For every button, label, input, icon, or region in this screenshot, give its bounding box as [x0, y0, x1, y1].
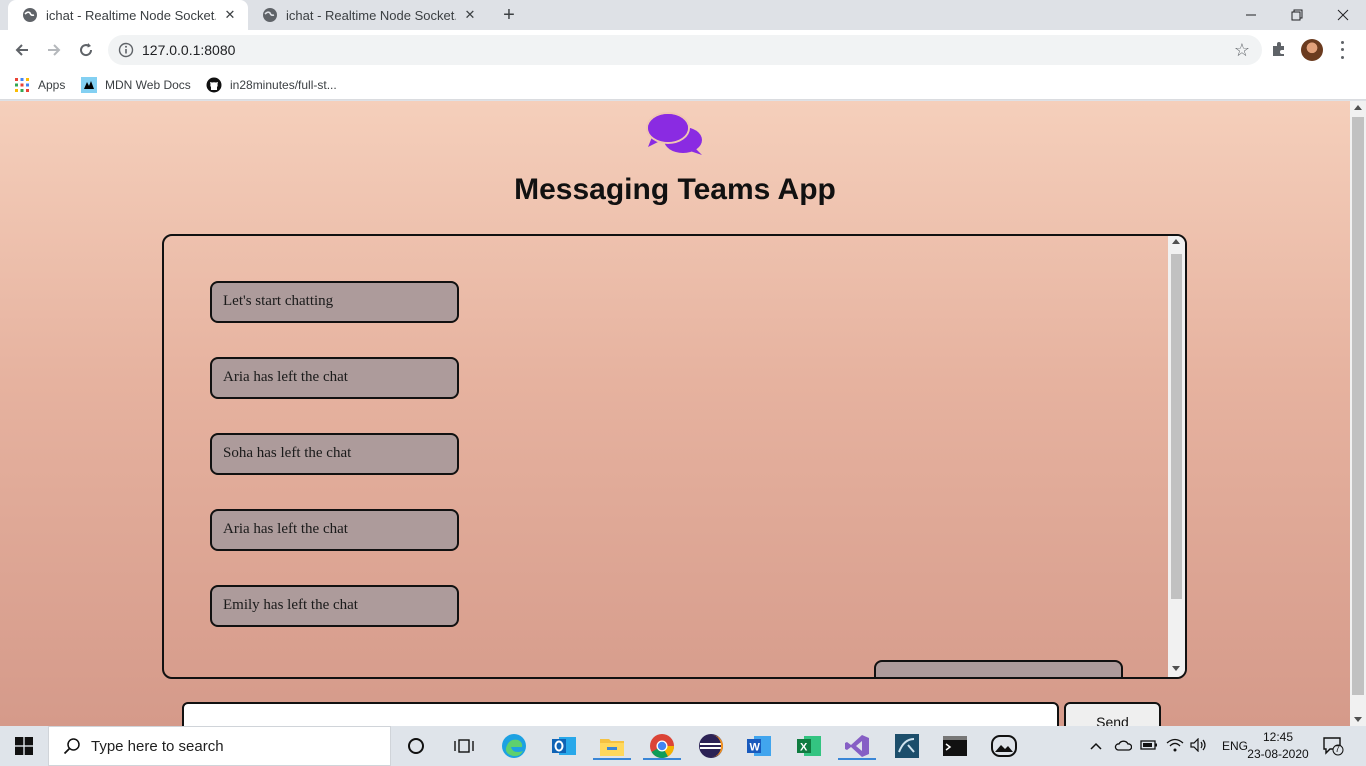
minimize-icon[interactable]	[1228, 0, 1274, 30]
scroll-up-icon[interactable]	[1354, 105, 1362, 110]
bookmark-apps[interactable]: Apps	[14, 74, 65, 96]
chat-bubbles-icon	[646, 111, 704, 157]
close-tab-icon[interactable]: ✕	[222, 7, 238, 23]
message-left: Let's start chatting	[210, 281, 459, 323]
message-left: Soha has left the chat	[210, 433, 459, 475]
clock-time: 12:45	[1262, 730, 1294, 744]
taskbar-search[interactable]: Type here to search	[48, 726, 391, 766]
svg-text:W: W	[750, 742, 761, 754]
mdn-icon	[81, 77, 97, 93]
bookmark-star-icon[interactable]: ☆	[1234, 40, 1250, 61]
tab-ichat-second[interactable]: ichat - Realtime Node Socket.io C ✕	[248, 0, 488, 30]
onedrive-icon[interactable]	[1114, 739, 1133, 754]
chat-container: Let's start chatting Aria has left the c…	[162, 234, 1187, 679]
forward-arrow-icon[interactable]	[40, 36, 68, 64]
bookmark-mdn[interactable]: MDN Web Docs	[81, 74, 191, 96]
bookmark-label: MDN Web Docs	[105, 78, 191, 92]
wifi-icon[interactable]	[1166, 738, 1184, 755]
terminal-icon[interactable]	[941, 732, 969, 760]
notification-center-icon[interactable]: 7	[1322, 736, 1344, 756]
volume-icon[interactable]	[1190, 737, 1208, 755]
new-tab-icon[interactable]: +	[498, 4, 520, 26]
browser-toolbar: 127.0.0.1:8080 ☆	[0, 30, 1366, 70]
chrome-icon[interactable]	[643, 732, 681, 760]
chat-scrollbar[interactable]	[1168, 236, 1185, 677]
clock-date: 23-08-2020	[1247, 747, 1309, 761]
tab-title: ichat - Realtime Node Socket.io C	[286, 7, 456, 23]
edge-icon[interactable]	[500, 732, 528, 760]
system-tray: ENG	[1090, 726, 1248, 766]
message-right-partial	[874, 660, 1123, 677]
task-view-icon[interactable]	[450, 732, 478, 760]
globe-icon	[22, 7, 38, 23]
windows-start-icon[interactable]	[0, 726, 48, 766]
page-title: Messaging Teams App	[514, 173, 836, 206]
send-button[interactable]: Send	[1064, 702, 1161, 726]
profile-avatar[interactable]	[1301, 39, 1323, 61]
back-arrow-icon[interactable]	[8, 36, 36, 64]
running-indicator	[838, 758, 876, 760]
svg-text:X: X	[800, 742, 808, 754]
scroll-up-icon[interactable]	[1172, 239, 1180, 244]
close-tab-icon[interactable]: ✕	[462, 7, 478, 23]
site-info-icon[interactable]	[118, 42, 134, 58]
outlook-icon[interactable]	[550, 732, 578, 760]
running-indicator	[593, 758, 631, 760]
search-placeholder: Type here to search	[91, 737, 224, 755]
cortana-icon[interactable]	[402, 732, 430, 760]
close-window-icon[interactable]	[1320, 0, 1366, 30]
file-explorer-icon[interactable]	[593, 732, 631, 760]
notification-count: 7	[1335, 744, 1341, 754]
battery-icon[interactable]	[1140, 739, 1158, 754]
globe-icon	[262, 7, 278, 23]
bookmark-label: in28minutes/full-st...	[230, 78, 337, 92]
tab-title: ichat - Realtime Node Socket.io C	[46, 7, 216, 23]
clock[interactable]: 12:45 23-08-2020	[1245, 729, 1311, 763]
mysql-workbench-icon[interactable]	[893, 732, 921, 760]
bookmark-github[interactable]: in28minutes/full-st...	[206, 74, 337, 96]
bookmark-label: Apps	[38, 78, 66, 92]
browser-menu-icon[interactable]	[1336, 39, 1348, 61]
excel-icon[interactable]: X	[795, 732, 823, 760]
message-left: Aria has left the chat	[210, 357, 459, 399]
page-scroll-thumb[interactable]	[1352, 117, 1364, 695]
message-input[interactable]	[182, 702, 1059, 726]
page-scrollbar[interactable]	[1350, 101, 1366, 726]
reload-icon[interactable]	[72, 36, 100, 64]
url-text: 127.0.0.1:8080	[142, 42, 236, 58]
message-left: Emily has left the chat	[210, 585, 459, 627]
search-icon	[63, 737, 81, 755]
scroll-down-icon[interactable]	[1354, 717, 1362, 722]
windows-taskbar: Type here to search W X ENG 12:45 23-08-…	[0, 726, 1366, 766]
photos-icon[interactable]	[990, 732, 1018, 760]
apps-grid-icon	[14, 77, 30, 93]
visual-studio-icon[interactable]	[838, 732, 876, 760]
bookmarks-bar: Apps MDN Web Docs in28minutes/full-st...	[0, 70, 1366, 100]
chat-scroll-thumb[interactable]	[1171, 254, 1182, 599]
restore-icon[interactable]	[1274, 0, 1320, 30]
eclipse-icon[interactable]	[697, 732, 725, 760]
extensions-puzzle-icon[interactable]	[1270, 40, 1290, 60]
word-icon[interactable]: W	[745, 732, 773, 760]
github-icon	[206, 77, 222, 93]
page-content: Messaging Teams App Let's start chatting…	[0, 101, 1350, 726]
tab-ichat-active[interactable]: ichat - Realtime Node Socket.io C ✕	[8, 0, 248, 30]
address-bar[interactable]: 127.0.0.1:8080 ☆	[108, 35, 1262, 65]
scroll-down-icon[interactable]	[1172, 666, 1180, 671]
running-indicator	[643, 758, 681, 760]
chevron-up-icon[interactable]	[1090, 739, 1102, 753]
message-left: Aria has left the chat	[210, 509, 459, 551]
tab-strip: ichat - Realtime Node Socket.io C ✕ icha…	[0, 0, 1366, 30]
